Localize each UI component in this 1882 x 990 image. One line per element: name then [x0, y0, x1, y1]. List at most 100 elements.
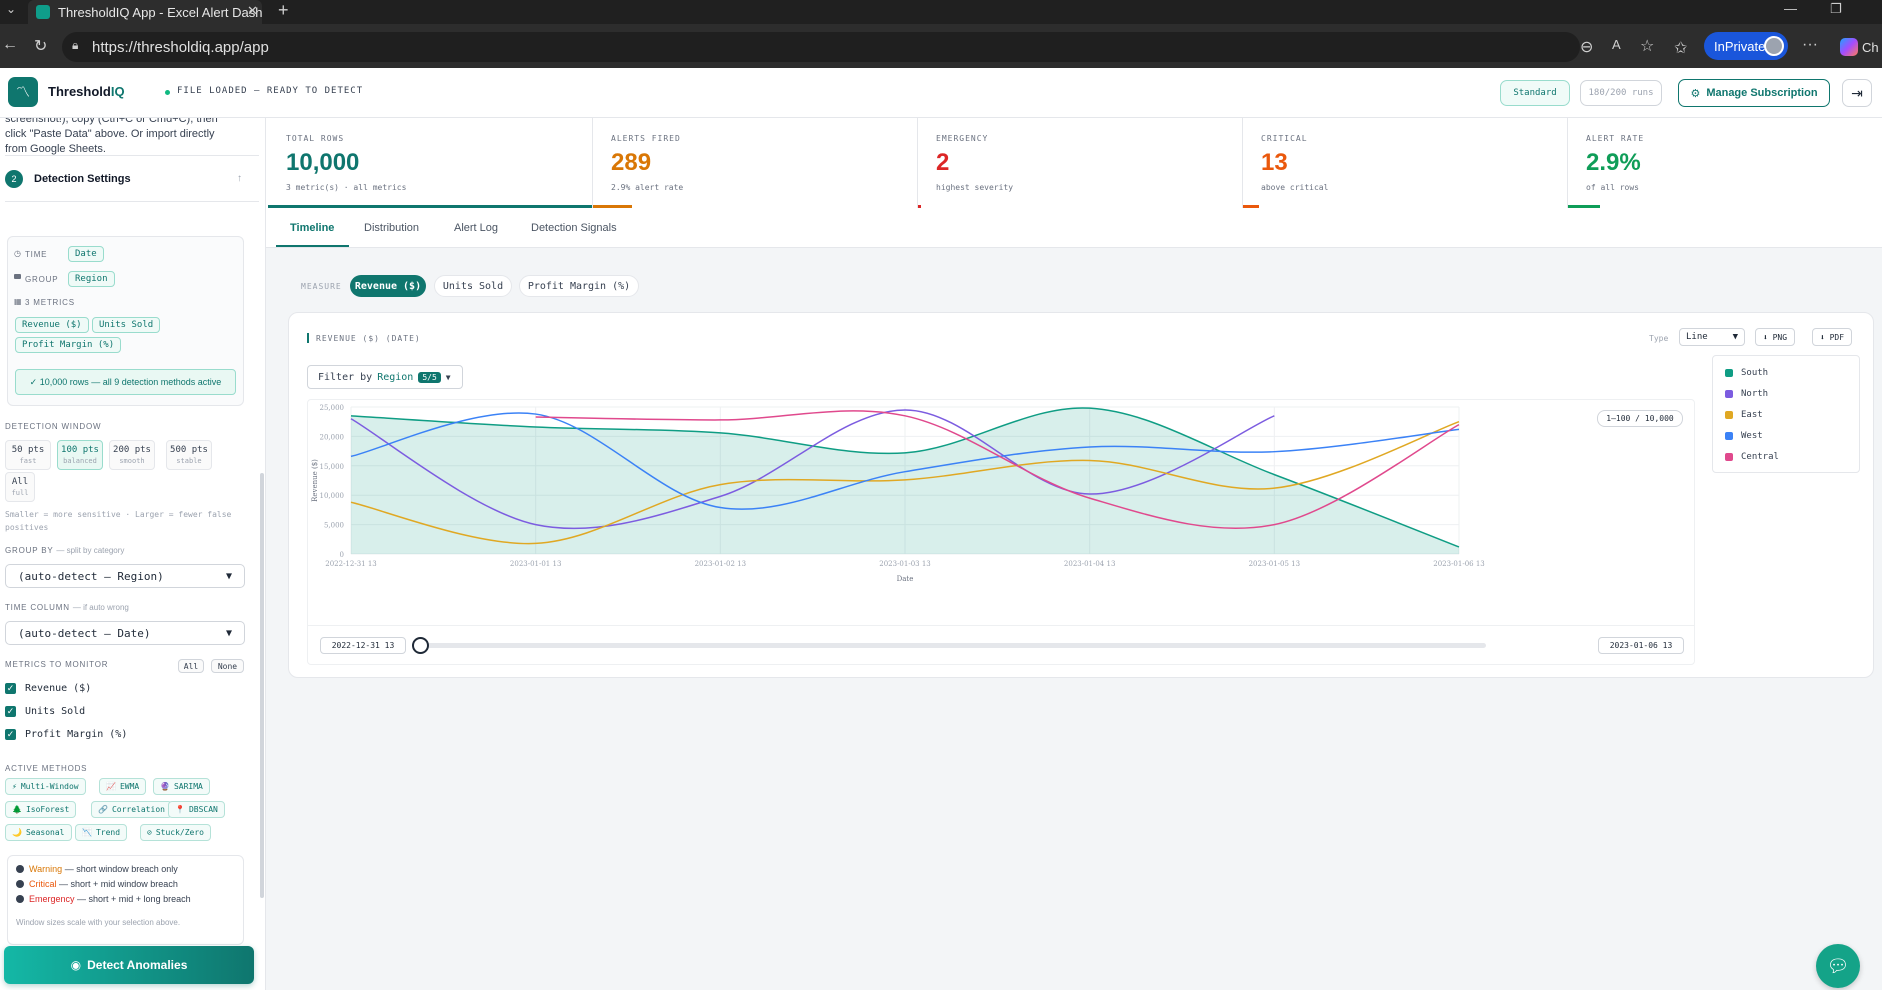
zoom-icon[interactable]: ⊖ — [1580, 37, 1593, 57]
timeline-chart[interactable]: 0 5,000 10,000 15,000 20,000 25,000 2022-12-31… — [307, 399, 1695, 631]
more-menu-icon[interactable]: ··· — [1802, 36, 1818, 54]
chart-card: REVENUE ($) (DATE) Type Line ▼ ⬇ PNG ⬇ PD… — [288, 312, 1874, 678]
x-tick-label: 2023-01-03 13 — [879, 560, 931, 568]
logout-button[interactable]: ⇥ — [1842, 79, 1872, 107]
group-chip: Region — [68, 271, 115, 287]
method-chip: 🌲 IsoForest — [5, 801, 77, 818]
slider-track[interactable] — [420, 643, 1486, 648]
detect-anomalies-button[interactable]: ◉ Detect Anomalies — [4, 946, 254, 984]
time-column-select[interactable]: (auto-detect — Date) ▼ — [5, 621, 245, 645]
y-tick-label: 15,000 — [320, 463, 345, 471]
chevron-down-icon: ▼ — [225, 570, 232, 582]
severity-row: Warning — short window breach only — [16, 864, 178, 874]
method-icon: ⚡ — [12, 782, 17, 791]
type-label: Type — [1649, 334, 1669, 343]
checkbox-checked-icon[interactable]: ✓ — [5, 729, 16, 740]
trend-logo-icon: 〽 — [16, 84, 30, 100]
slider-handle[interactable] — [412, 637, 429, 654]
range-slider-panel: 2022-12-31 13 2023-01-06 13 — [307, 625, 1695, 665]
measure-option[interactable]: Revenue ($) — [350, 275, 426, 297]
chat-button[interactable]: 💬︎ — [1816, 944, 1860, 988]
close-tab-icon[interactable]: ✕ — [247, 3, 258, 19]
method-chip: 📉 Trend — [75, 824, 128, 841]
group-label: GROUP — [25, 275, 59, 284]
y-tick-label: 5,000 — [324, 522, 344, 530]
select-all-button[interactable]: All — [178, 659, 204, 673]
collapse-arrow-icon[interactable]: ↑ — [237, 173, 242, 184]
chart-type-select[interactable]: Line ▼ — [1679, 328, 1745, 346]
favorite-star-icon[interactable]: ☆ — [1640, 36, 1654, 56]
refresh-icon[interactable]: ↻ — [34, 36, 47, 56]
inprivate-badge[interactable]: InPrivate — [1704, 32, 1788, 60]
window-option[interactable]: 100 pts balanced — [57, 440, 103, 470]
minimize-icon[interactable]: — — [1784, 1, 1797, 16]
stat-value: 2.9% — [1586, 149, 1641, 176]
legend-label: Central — [1741, 451, 1779, 462]
severity-desc: — short window breach only — [62, 864, 178, 874]
file-status: FILE LOADED — READY TO DETECT — [177, 86, 364, 96]
export-pdf-button[interactable]: ⬇ PDF — [1812, 328, 1852, 346]
manage-subscription-button[interactable]: ⚙ Manage Subscription — [1678, 79, 1830, 107]
filter-count-badge: 5/5 — [418, 371, 441, 383]
metric-checkbox-row[interactable]: ✓ Revenue ($) — [5, 683, 91, 694]
legend-item[interactable]: North — [1725, 383, 1847, 404]
stat-sub: of all rows — [1586, 183, 1639, 192]
profile-avatar — [1764, 36, 1784, 56]
window-option[interactable]: 50 pts fast — [5, 440, 51, 470]
window-option[interactable]: 500 pts stable — [166, 440, 212, 470]
favorites-icon[interactable]: ✩ — [1674, 38, 1687, 58]
select-none-button[interactable]: None — [211, 659, 244, 673]
group-by-select[interactable]: (auto-detect — Region) ▼ — [5, 564, 245, 588]
legend-swatch — [1725, 431, 1733, 440]
x-tick-label: 2023-01-05 13 — [1249, 560, 1301, 568]
metric-chip: Revenue ($) — [15, 317, 89, 333]
method-chip: 📍 DBSCAN — [168, 801, 225, 818]
read-aloud-icon[interactable]: A — [1612, 37, 1621, 52]
stat-card: ALERT RATE 2.9% of all rows — [1568, 118, 1882, 208]
method-icon: 📍 — [175, 805, 185, 814]
severity-text: Warning — short window breach only — [29, 864, 178, 874]
metric-checkbox-row[interactable]: ✓ Profit Margin (%) — [5, 729, 127, 740]
tab-alert-log[interactable]: Alert Log — [454, 222, 498, 234]
method-label: Trend — [95, 828, 121, 837]
tab-list-icon[interactable]: ⌄ — [6, 2, 16, 16]
tab-detection-signals[interactable]: Detection Signals — [531, 222, 617, 234]
app-logo[interactable]: 〽 — [8, 77, 38, 107]
x-tick-label: 2023-01-04 13 — [1064, 560, 1116, 568]
legend-item[interactable]: East — [1725, 404, 1847, 425]
region-filter-button[interactable]: Filter by Region 5/5 ▼ — [307, 365, 463, 389]
method-icon: ⊘ — [147, 828, 152, 837]
export-png-button[interactable]: ⬇ PNG — [1755, 328, 1795, 346]
step-title[interactable]: Detection Settings — [34, 173, 131, 185]
browser-tab[interactable]: ThresholdIQ App - Excel Alert Dash — [28, 0, 262, 24]
method-label: Multi-Window — [20, 782, 79, 791]
sidebar-scrollbar[interactable] — [260, 473, 264, 898]
checkbox-checked-icon[interactable]: ✓ — [5, 683, 16, 694]
legend-item[interactable]: West — [1725, 425, 1847, 446]
copilot-icon[interactable] — [1840, 38, 1858, 56]
new-tab-icon[interactable]: + — [278, 0, 289, 21]
paste-instructions: screenshot!), copy (Ctrl+C or Cmd+C), th… — [5, 118, 218, 155]
window-option[interactable]: 200 pts smooth — [109, 440, 155, 470]
metric-label: Units Sold — [25, 706, 86, 717]
checkbox-checked-icon[interactable]: ✓ — [5, 706, 16, 717]
metric-checkbox-row[interactable]: ✓ Units Sold — [5, 706, 85, 717]
restore-icon[interactable]: ❐ — [1830, 1, 1842, 17]
app-favicon-icon — [36, 5, 50, 19]
tab-timeline[interactable]: Timeline — [290, 222, 334, 234]
chat-icon: 💬︎ — [1826, 955, 1850, 976]
measure-option[interactable]: Units Sold — [434, 275, 512, 297]
url-field[interactable]: 🔒︎ https://thresholdiq.app/app ⊖ A ☆ — [62, 32, 1654, 62]
back-icon[interactable]: ← — [2, 36, 18, 54]
legend-item[interactable]: South — [1725, 362, 1847, 383]
detected-config-panel: ◷ TIME Date GROUP Region ▦ 3 METRICS Rev… — [7, 236, 244, 406]
slider-start-label: 2022-12-31 13 — [320, 637, 406, 654]
legend-item[interactable]: Central — [1725, 446, 1847, 467]
method-label: Seasonal — [25, 828, 65, 837]
tab-distribution[interactable]: Distribution — [364, 222, 419, 234]
runs-badge: 180/200 runs — [1580, 80, 1662, 106]
window-option[interactable]: All full — [5, 472, 35, 502]
measure-option[interactable]: Profit Margin (%) — [519, 275, 639, 297]
ready-banner: ✓ 10,000 rows — all 9 detection methods … — [15, 369, 236, 395]
divider — [5, 155, 259, 156]
